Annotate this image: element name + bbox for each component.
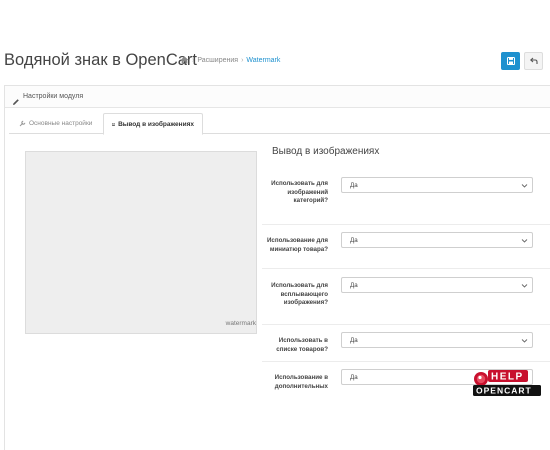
section-title: Вывод в изображениях bbox=[272, 146, 380, 157]
tab-main-settings-label: Основные настройки bbox=[29, 120, 93, 127]
breadcrumb-separator-icon: › bbox=[192, 56, 195, 64]
logo-line2: OPENCART bbox=[476, 386, 532, 396]
tab-image-output-label: Вывод в изображениях bbox=[118, 120, 194, 128]
product-thumbs-select[interactable]: Да bbox=[341, 232, 533, 248]
select-value: Да bbox=[350, 181, 358, 189]
form-label: Использовать для изображений категорий? bbox=[271, 180, 328, 204]
logo-line1: HELP bbox=[491, 372, 524, 383]
tabs: Основные настройки Вывод в изображениях bbox=[9, 113, 550, 135]
panel-title: Настройки модуля bbox=[23, 93, 84, 100]
save-button[interactable] bbox=[501, 52, 520, 70]
form-label: Использование в дополнительных bbox=[274, 374, 328, 390]
tab-main-settings[interactable]: Основные настройки bbox=[11, 113, 100, 134]
chevron-down-icon bbox=[521, 239, 528, 243]
breadcrumb-item-extensions[interactable]: Расширения bbox=[197, 57, 238, 64]
form-row-product-list: Использовать в списке товаров? Да bbox=[262, 324, 550, 361]
page: Водяной знак в OpenCart › Расширения › W… bbox=[0, 0, 550, 450]
image-icon bbox=[112, 122, 116, 126]
select-value: Да bbox=[350, 236, 358, 244]
wrench-icon bbox=[19, 120, 26, 127]
chevron-down-icon bbox=[521, 339, 528, 343]
form-row-product-thumbs: Использование для миниатюр товара? Да bbox=[262, 224, 550, 268]
help-opencart-logo: HELP OPENCART bbox=[472, 368, 547, 398]
chevron-down-icon bbox=[521, 184, 528, 188]
back-button[interactable] bbox=[524, 52, 543, 70]
form-label: Использовать в списке товаров? bbox=[276, 337, 328, 353]
panel-heading: Настройки модуля bbox=[5, 86, 550, 108]
page-header: Водяной знак в OpenCart › Расширения › W… bbox=[0, 46, 550, 76]
save-icon bbox=[506, 57, 515, 65]
home-icon[interactable] bbox=[180, 56, 189, 64]
form-row-category-images: Использовать для изображений категорий? … bbox=[262, 170, 550, 224]
product-list-select[interactable]: Да bbox=[341, 332, 533, 348]
popup-image-select[interactable]: Да bbox=[341, 277, 533, 293]
breadcrumb-item-watermark[interactable]: Watermark bbox=[246, 57, 280, 64]
back-arrow-icon bbox=[529, 57, 538, 64]
breadcrumb-separator-icon: › bbox=[241, 56, 244, 64]
form-label: Использование для миниатюр товара? bbox=[266, 237, 328, 253]
select-value: Да bbox=[350, 336, 358, 344]
page-title: Водяной знак в OpenCart bbox=[4, 51, 198, 69]
select-value: Да bbox=[350, 373, 358, 381]
tab-image-output[interactable]: Вывод в изображениях bbox=[103, 113, 203, 135]
pencil-icon bbox=[12, 93, 20, 111]
select-value: Да bbox=[350, 281, 358, 289]
form-row-popup-image: Использовать для всплывающего изображени… bbox=[262, 268, 550, 324]
category-images-select[interactable]: Да bbox=[341, 177, 533, 193]
watermark-preview: watermark bbox=[25, 151, 257, 334]
chevron-down-icon bbox=[521, 284, 528, 288]
watermark-preview-label: watermark bbox=[225, 320, 256, 327]
breadcrumb: › Расширения › Watermark bbox=[180, 56, 280, 64]
form-label: Использовать для всплывающего изображени… bbox=[271, 282, 328, 306]
